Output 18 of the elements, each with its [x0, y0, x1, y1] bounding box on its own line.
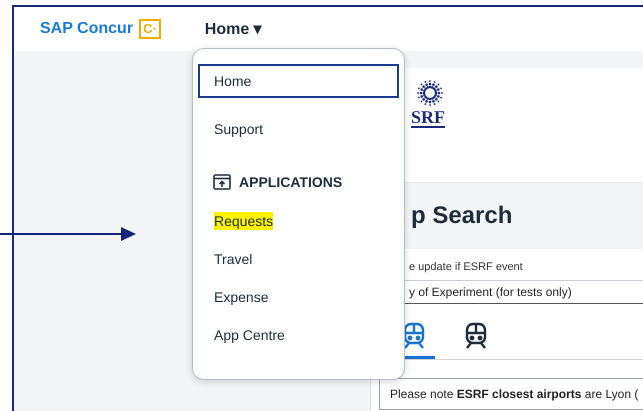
upload-box-icon — [213, 174, 231, 190]
menu-item[interactable]: Home — [198, 64, 399, 98]
menu-item[interactable]: Travel — [214, 250, 252, 268]
brand-mark: C· — [139, 19, 161, 39]
menu-item[interactable]: Expense — [214, 288, 268, 306]
home-nav-menu[interactable]: Home ▾ — [204, 19, 262, 39]
menu-section-title: APPLICATIONS — [239, 174, 342, 190]
logo-text: SRF — [411, 108, 446, 128]
menu-item[interactable]: Requests — [214, 212, 274, 230]
train-icon — [405, 322, 427, 350]
notice-text: Please note ESRF closest airports are Lyon ( — [379, 378, 643, 410]
field-hint: e update if ESRF event — [408, 261, 524, 273]
page-heading: p Search — [411, 202, 512, 230]
sunburst-icon — [415, 78, 446, 108]
menu-item[interactable]: Support — [214, 120, 264, 138]
train-icon — [463, 322, 489, 350]
brand-logo[interactable]: SAP Concur — [40, 20, 134, 38]
menu-item[interactable]: App Centre — [214, 326, 285, 344]
